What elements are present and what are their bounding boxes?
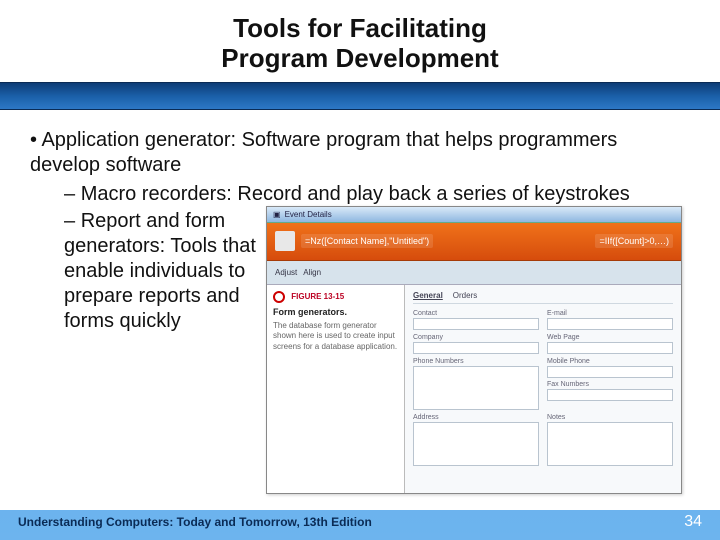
form-header-ribbon: =Nz([Contact Name],"Untitled") =IIf([Cou…	[267, 223, 681, 261]
tab-orders: Orders	[453, 291, 477, 300]
title-line-2: Program Development	[221, 43, 498, 73]
field-box	[413, 342, 539, 354]
form-toolbar: Adjust Align	[267, 261, 681, 285]
caption-title: Form generators.	[273, 307, 398, 317]
slide-footer: Understanding Computers: Today and Tomor…	[0, 504, 720, 540]
tab-general: General	[413, 291, 443, 300]
caption-logo-icon	[273, 291, 285, 303]
caption-body: The database form generator shown here i…	[273, 321, 398, 352]
caption-header: FIGURE 13-15	[291, 292, 344, 301]
label-fax: Fax Numbers	[547, 381, 673, 388]
decorative-band	[0, 82, 720, 110]
label-company: Company	[413, 334, 539, 341]
content-area: Application generator: Software program …	[0, 110, 720, 510]
bullet-level2-a: Macro recorders: Record and play back a …	[64, 182, 690, 207]
expression-left: =Nz([Contact Name],"Untitled")	[301, 234, 433, 248]
figure-caption-panel: FIGURE 13-15 Form generators. The databa…	[267, 285, 405, 493]
form-tabs: General Orders	[413, 291, 673, 304]
label-contact: Contact	[413, 310, 539, 317]
title-area: Tools for Facilitating Program Developme…	[0, 0, 720, 82]
window-title: Event Details	[285, 210, 332, 219]
title-line-1: Tools for Facilitating	[233, 13, 487, 43]
expression-right: =IIf([Count]>0,…)	[595, 234, 673, 248]
label-webpage: Web Page	[547, 334, 673, 341]
field-box	[413, 422, 539, 466]
field-box	[413, 366, 539, 410]
label-phone: Phone Numbers	[413, 358, 539, 365]
slide-title: Tools for Facilitating Program Developme…	[0, 14, 720, 74]
embedded-screenshot: ▣ Event Details =Nz([Contact Name],"Unti…	[266, 206, 682, 494]
label-mobile: Mobile Phone	[547, 358, 673, 365]
field-box	[413, 318, 539, 330]
toolbar-item-2: Align	[303, 268, 321, 277]
page-number: 34	[684, 513, 702, 531]
book-title: Understanding Computers: Today and Tomor…	[18, 515, 372, 529]
bullet-level1: Application generator: Software program …	[30, 128, 690, 178]
field-box	[547, 422, 673, 466]
bullet-level2-b: Report and form generators: Tools that e…	[64, 209, 284, 334]
figure-body: FIGURE 13-15 Form generators. The databa…	[267, 285, 681, 493]
toolbar-item-1: Adjust	[275, 268, 297, 277]
form-design-surface: General Orders Contact E-mail Company We…	[405, 285, 681, 493]
label-email: E-mail	[547, 310, 673, 317]
window-titlebar: ▣ Event Details	[267, 207, 681, 223]
label-address: Address	[413, 414, 539, 421]
slide: Tools for Facilitating Program Developme…	[0, 0, 720, 540]
field-box	[547, 318, 673, 330]
label-notes: Notes	[547, 414, 673, 421]
field-box	[547, 389, 673, 401]
window-icon: ▣	[273, 210, 281, 219]
field-box	[547, 342, 673, 354]
placeholder-icon	[275, 231, 295, 251]
field-box	[547, 366, 673, 378]
